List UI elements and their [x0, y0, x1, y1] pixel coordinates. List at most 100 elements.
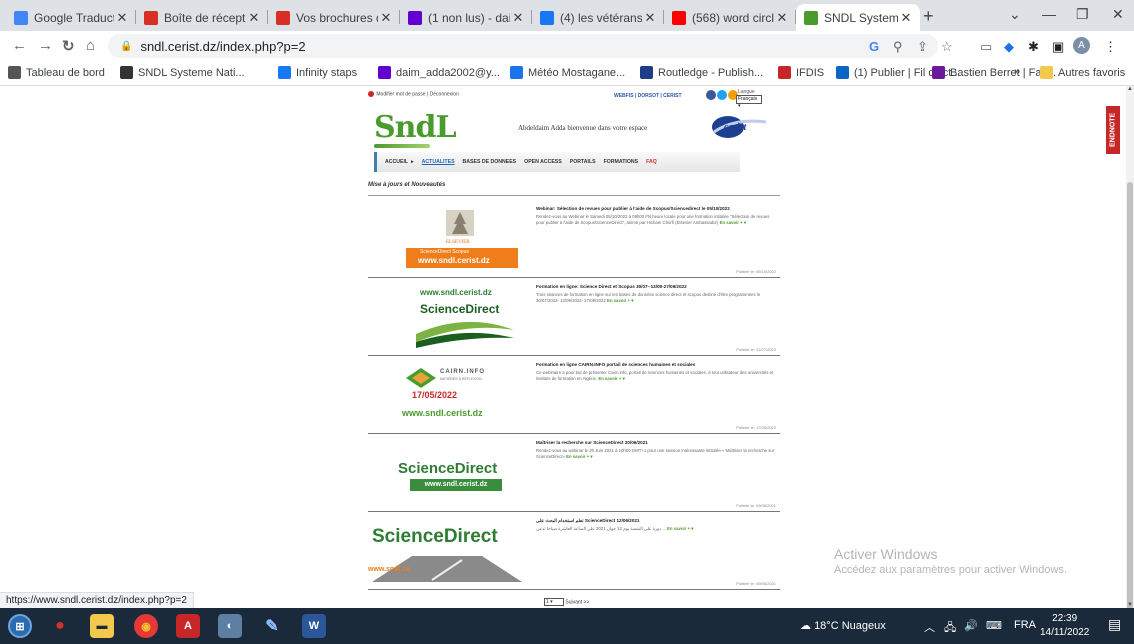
- read-more-link[interactable]: En savoir +: [566, 454, 589, 459]
- start-button[interactable]: ⊞: [8, 614, 32, 638]
- tab-search-icon[interactable]: ⌄: [1009, 6, 1021, 23]
- close-tab-icon[interactable]: ✕: [642, 10, 658, 26]
- network-icon[interactable]: 🖧: [944, 619, 956, 638]
- bookmark-item[interactable]: SNDL Systeme Nati...: [120, 66, 245, 79]
- close-tab-icon[interactable]: ✕: [898, 10, 914, 26]
- menu-kebab-icon[interactable]: ⋮: [1104, 39, 1117, 55]
- input-language[interactable]: FRA: [1014, 619, 1036, 631]
- bookmark-item[interactable]: Bastien Berret | Fac...: [932, 66, 1056, 79]
- news-title[interactable]: Maîtriser la recherche sur ScienceDirect…: [536, 440, 776, 445]
- volume-icon[interactable]: 🔊: [964, 619, 978, 632]
- browser-tab[interactable]: (568) word circle ✕: [664, 4, 796, 31]
- address-bar[interactable]: 🔒 sndl.cerist.dz/index.php?p=2: [108, 34, 938, 58]
- extensions-puzzle-icon[interactable]: ✱: [1028, 39, 1039, 55]
- lock-icon[interactable]: 🔒: [120, 41, 132, 52]
- read-more-link[interactable]: En savoir +: [720, 220, 743, 225]
- news-title[interactable]: Formation en ligne: Science Direct et Sc…: [536, 284, 776, 289]
- weather-widget[interactable]: ☁ 18°C Nuageux: [800, 619, 886, 632]
- news-title[interactable]: Webinar: Sélection de revues pour publie…: [536, 206, 776, 211]
- bookmark-item[interactable]: daim_adda2002@y...: [378, 66, 500, 79]
- reload-button[interactable]: ↻: [62, 37, 75, 55]
- file-explorer-icon[interactable]: ▬: [90, 614, 114, 638]
- endnote-tab[interactable]: ENDNOTE: [1106, 106, 1120, 154]
- close-tab-icon[interactable]: ✕: [510, 10, 526, 26]
- link-status-bar: https://www.sndl.cerist.dz/index.php?p=2: [0, 592, 194, 608]
- language-select[interactable]: Français ▾: [736, 95, 762, 109]
- browser-tab[interactable]: Boîte de réceptio ✕: [136, 4, 268, 31]
- nav-item-portails[interactable]: PORTAILS: [570, 159, 596, 165]
- bookmark-item[interactable]: Routledge - Publish...: [640, 66, 763, 79]
- next-page-link[interactable]: Suivant >>: [565, 599, 589, 605]
- browser-tab[interactable]: (4) les vétérans c✕: [532, 4, 664, 31]
- news-thumbnail[interactable]: ELSEVIER ScienceDirect Scopus www.sndl.cer…: [398, 210, 523, 270]
- nav-item-actualites[interactable]: ACTUALITES: [422, 159, 455, 165]
- chrome-icon[interactable]: ◉: [134, 614, 158, 638]
- cerist-logo[interactable]: cerist: [710, 114, 770, 143]
- browser-tab[interactable]: (1 non lus) - dain ✕: [400, 4, 532, 31]
- news-thumbnail[interactable]: ScienceDirect www.sndl.cerist.dz: [398, 444, 523, 504]
- close-tab-icon[interactable]: ✕: [378, 10, 394, 26]
- thumb-sub: MATIÈRES À RÉFLEXION: [440, 377, 482, 381]
- scroll-up-arrow-icon[interactable]: ▲: [1127, 86, 1133, 92]
- home-button[interactable]: ⌂: [86, 37, 95, 54]
- page-scrollbar[interactable]: ▲ ▼: [1126, 86, 1134, 622]
- page-select[interactable]: 1 ▾: [544, 598, 564, 606]
- more-bookmarks-button[interactable]: »: [1014, 66, 1020, 78]
- browser-tab[interactable]: Google Traductio✕: [6, 4, 136, 31]
- nav-item-bases-de-donnees[interactable]: BASES DE DONNEES: [463, 159, 517, 165]
- bookmark-item[interactable]: Tableau de bord: [8, 66, 105, 79]
- reading-list-icon[interactable]: ▭: [980, 39, 992, 55]
- bookmark-item[interactable]: Infinity staps: [278, 66, 357, 79]
- bookmark-item[interactable]: IFDIS: [778, 66, 824, 79]
- paint-icon[interactable]: ✎: [260, 614, 284, 638]
- nav-item-faq[interactable]: FAQ: [646, 159, 657, 165]
- nav-item-accueil[interactable]: ACCUEIL: [385, 159, 408, 165]
- app-icon-red[interactable]: ●: [48, 614, 72, 638]
- clock[interactable]: 22:39 14/11/2022: [1040, 612, 1089, 640]
- read-more-link[interactable]: En savoir +: [607, 298, 630, 303]
- sndl-logo[interactable]: SndL: [374, 110, 457, 148]
- forward-button[interactable]: →: [38, 37, 53, 54]
- read-more-link[interactable]: En savoir +: [598, 376, 621, 381]
- profile-avatar[interactable]: A: [1073, 37, 1090, 54]
- browser-tab[interactable]: SNDL Systeme N✕: [796, 4, 920, 31]
- zoom-icon[interactable]: ⚲: [893, 39, 903, 55]
- news-thumbnail[interactable]: ScienceDirect www.sndl.ce: [368, 522, 523, 582]
- share-icon[interactable]: ⇪: [917, 39, 928, 55]
- news-title[interactable]: Formation en ligne CAIRN.INFO portail de…: [536, 362, 776, 367]
- nav-item-open-access[interactable]: OPEN ACCESS: [524, 159, 562, 165]
- side-panel-icon[interactable]: ▣: [1052, 39, 1064, 55]
- bookmark-item[interactable]: Météo Mostagane...: [510, 66, 625, 79]
- address-url: sndl.cerist.dz/index.php?p=2: [140, 38, 306, 54]
- facebook-icon[interactable]: [706, 90, 716, 100]
- other-favorites[interactable]: Autres favoris: [1040, 66, 1125, 79]
- browser-tab[interactable]: Vos brochures d ✕: [268, 4, 400, 31]
- tray-expand-icon[interactable]: ︿: [924, 619, 935, 635]
- account-links[interactable]: Modifier mot de passe | Déconnexion: [368, 91, 459, 97]
- close-window-button[interactable]: ✕: [1112, 6, 1124, 23]
- news-thumbnail[interactable]: www.sndl.cerist.dz ScienceDirect: [398, 288, 523, 348]
- extension-icon[interactable]: ◆: [1004, 39, 1014, 55]
- news-thumbnail[interactable]: CAIRN.INFO MATIÈRES À RÉFLEXION 17/05/2022…: [398, 366, 523, 426]
- minimize-button[interactable]: —: [1042, 6, 1056, 22]
- read-more-link[interactable]: En savoir +: [667, 526, 690, 531]
- bookmark-star-icon[interactable]: ☆: [941, 39, 953, 55]
- twitter-icon[interactable]: [717, 90, 727, 100]
- word-icon[interactable]: W: [302, 614, 326, 638]
- chrome-profile-icon[interactable]: ◐: [218, 614, 242, 638]
- close-tab-icon[interactable]: ✕: [246, 10, 262, 26]
- news-title[interactable]: 12/06/2021 ScienceDirect تعلم استخدام ال…: [536, 518, 776, 524]
- new-tab-button[interactable]: +: [923, 6, 934, 27]
- thumb-url: www.sndl.cerist.dz: [410, 479, 502, 491]
- partner-links[interactable]: WEBFIS | DORSOT | CERIST: [614, 93, 682, 99]
- scrollbar-thumb[interactable]: [1127, 182, 1133, 622]
- nav-item-formations[interactable]: FORMATIONS: [604, 159, 638, 165]
- close-tab-icon[interactable]: ✕: [774, 10, 790, 26]
- restore-button[interactable]: ❐: [1076, 6, 1089, 23]
- acrobat-icon[interactable]: A: [176, 614, 200, 638]
- notifications-icon[interactable]: ▤: [1108, 616, 1121, 633]
- keyboard-icon[interactable]: ⌨: [986, 619, 1002, 632]
- close-tab-icon[interactable]: ✕: [114, 10, 130, 26]
- google-translate-icon[interactable]: G: [869, 39, 879, 54]
- back-button[interactable]: ←: [12, 37, 27, 54]
